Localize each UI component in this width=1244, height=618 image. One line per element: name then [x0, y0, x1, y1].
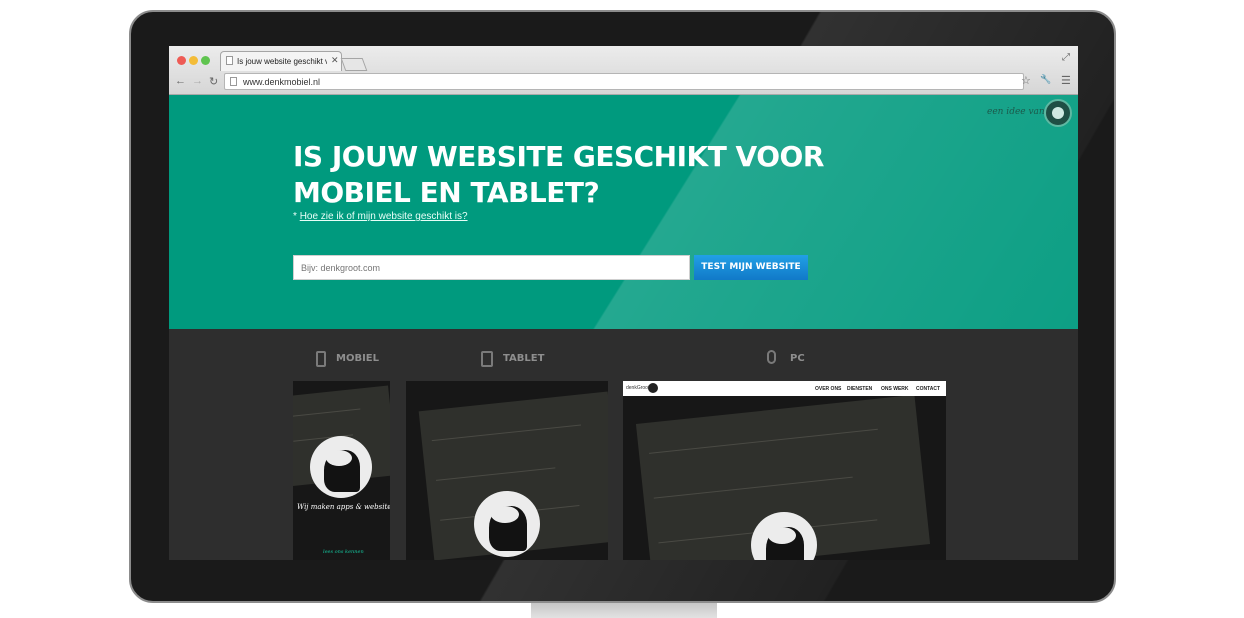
tablet-preview — [406, 381, 608, 560]
hero-section: een idee van IS JOUW WEBSITE GESCHIKT VO… — [169, 95, 1078, 329]
menu-icon[interactable]: ☰ — [1061, 74, 1071, 87]
pc-menu-item[interactable]: OVER ONS — [815, 386, 841, 392]
forward-icon[interactable]: → — [192, 75, 203, 87]
mobile-device-icon — [316, 351, 326, 367]
head-logo-icon — [474, 491, 540, 557]
pc-menu-item[interactable]: ONS WERK — [881, 386, 909, 392]
maximize-window-icon[interactable] — [201, 56, 210, 65]
new-tab-button[interactable] — [340, 58, 368, 71]
minimize-window-icon[interactable] — [189, 56, 198, 65]
pc-preview-menu: denkGroot OVER ONS DIENSTEN ONS WERK CON… — [623, 381, 946, 396]
star-icon[interactable]: ☆ — [1021, 74, 1031, 87]
pc-menu-item[interactable]: DIENSTEN — [847, 386, 872, 392]
mobile-sub-link[interactable]: lees ons kennen — [323, 549, 364, 555]
mobile-preview: Wij maken apps & websites lees ons kenne… — [293, 381, 390, 560]
back-icon[interactable]: ← — [175, 75, 186, 87]
help-asterisk: * — [293, 211, 297, 222]
help-line: * Hoe zie ik of mijn website geschikt is… — [293, 211, 468, 222]
tab-close-icon[interactable]: ✕ — [331, 55, 339, 66]
wrench-icon[interactable]: 🔧 — [1040, 74, 1051, 85]
tablet-device-icon — [481, 351, 493, 367]
pc-menu-item[interactable]: CONTACT — [916, 386, 940, 392]
address-bar[interactable]: www.denkmobiel.nl — [224, 73, 1024, 90]
pc-preview: denkGroot OVER ONS DIENSTEN ONS WERK CON… — [623, 381, 946, 560]
page-icon — [230, 77, 237, 86]
tagline: een idee van — [987, 107, 1045, 117]
website-url-input[interactable] — [293, 255, 690, 280]
fullscreen-icon[interactable]: ⤢ — [1062, 52, 1070, 63]
close-window-icon[interactable] — [177, 56, 186, 65]
pc-logo-icon — [648, 383, 658, 393]
browser-chrome: Is jouw website geschikt v ✕ ⤢ ← → ↻ www… — [169, 46, 1078, 95]
help-link[interactable]: Hoe zie ik of mijn website geschikt is? — [300, 211, 468, 222]
device-label-mobiel[interactable]: MOBIEL — [336, 353, 379, 364]
browser-window: Is jouw website geschikt v ✕ ⤢ ← → ↻ www… — [169, 46, 1078, 560]
reload-icon[interactable]: ↻ — [209, 75, 218, 88]
pc-mouse-icon — [767, 350, 776, 364]
pc-brand: denkGroot — [626, 385, 650, 391]
browser-tab[interactable]: Is jouw website geschikt v ✕ — [220, 51, 342, 71]
device-label-pc[interactable]: PC — [790, 353, 805, 364]
address-text: www.denkmobiel.nl — [243, 77, 321, 87]
page-title: IS JOUW WEBSITE GESCHIKT VOOR MOBIEL EN … — [293, 140, 824, 209]
tab-title: Is jouw website geschikt v — [237, 57, 327, 66]
device-label-tablet[interactable]: TABLET — [503, 353, 544, 364]
test-website-button[interactable]: TEST MIJN WEBSITE — [694, 255, 808, 280]
denkgroot-logo-icon[interactable] — [1044, 99, 1072, 127]
page-icon — [226, 56, 233, 65]
mobile-caption: Wij maken apps & websites — [297, 503, 390, 511]
head-logo-icon — [310, 436, 372, 498]
